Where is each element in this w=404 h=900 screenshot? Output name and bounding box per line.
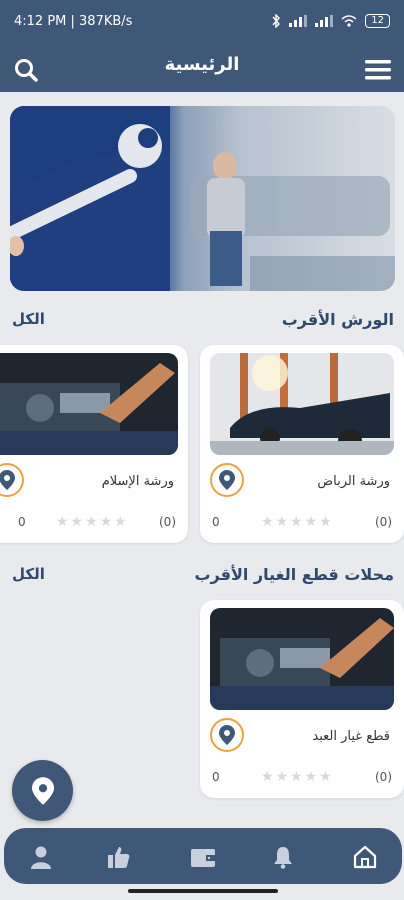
- parts-shop-name: قطع غيار العبد: [312, 729, 390, 744]
- rating-row: 0 ★★★★★ (0): [18, 513, 176, 531]
- rating-stars-icon: ★★★★★: [55, 514, 129, 530]
- page-title: الرئيسية: [164, 54, 240, 75]
- nav-home[interactable]: [348, 840, 382, 874]
- rating-score: 0: [212, 515, 220, 529]
- nav-profile[interactable]: [24, 840, 58, 874]
- user-icon: [31, 846, 51, 869]
- workshop-name: ورشة الإسلام: [101, 474, 174, 489]
- nav-notifications[interactable]: [266, 840, 300, 874]
- rating-score: 0: [18, 515, 26, 529]
- system-home-indicator: [128, 889, 278, 893]
- promo-banner[interactable]: [10, 106, 395, 291]
- map-fab-button[interactable]: [12, 760, 73, 821]
- workshop-name: ورشة الرباض: [317, 474, 390, 489]
- location-pin-icon: [219, 725, 235, 745]
- section-title-workshops: الورش الأقرب: [281, 310, 394, 329]
- status-bar: 4:12 PM | 387KB/s 12: [0, 0, 404, 48]
- workshop-image: [210, 353, 394, 455]
- workshop-card[interactable]: ورشة الرباض 0 ★★★★★ (0): [200, 345, 404, 543]
- rating-count: (0): [375, 770, 392, 784]
- bell-icon: [274, 847, 292, 869]
- location-button[interactable]: [0, 463, 24, 497]
- status-time-speed: 4:12 PM | 387KB/s: [14, 14, 133, 29]
- workshop-image: [0, 353, 178, 455]
- app-header: الرئيسية: [0, 48, 404, 92]
- see-all-parts-link[interactable]: الكل: [12, 565, 45, 583]
- rating-stars-icon: ★★★★★: [260, 769, 334, 785]
- mechanic-wrench-image: [10, 106, 395, 291]
- location-button[interactable]: [210, 463, 244, 497]
- see-all-workshops-link[interactable]: الكل: [12, 310, 45, 328]
- battery-indicator: 12: [365, 14, 390, 28]
- home-icon: [353, 845, 377, 869]
- parts-shop-card[interactable]: قطع غيار العبد 0 ★★★★★ (0): [200, 600, 404, 798]
- rating-row: 0 ★★★★★ (0): [212, 513, 392, 531]
- signal-icon: [289, 15, 308, 27]
- nav-wallet[interactable]: [186, 840, 220, 874]
- workshop-card[interactable]: ورشة الإسلام 0 ★★★★★ (0): [0, 345, 188, 543]
- wifi-icon: [341, 15, 357, 27]
- signal-icon-2: [315, 15, 334, 27]
- nav-favorites[interactable]: [102, 840, 136, 874]
- status-icons: 12: [271, 14, 390, 28]
- location-pin-icon: [219, 470, 235, 490]
- section-title-parts: محلات قطع الغيار الأقرب: [194, 565, 394, 584]
- location-pin-icon: [0, 470, 15, 490]
- menu-button[interactable]: [358, 50, 398, 90]
- location-button[interactable]: [210, 718, 244, 752]
- thumbs-up-icon: [108, 847, 130, 868]
- rating-count: (0): [159, 515, 176, 529]
- parts-shop-image: [210, 608, 394, 710]
- location-pin-icon: [31, 776, 54, 805]
- rating-row: 0 ★★★★★ (0): [212, 768, 392, 786]
- bottom-navigation: [4, 828, 402, 884]
- rating-score: 0: [212, 770, 220, 784]
- bluetooth-icon: [272, 14, 281, 28]
- hamburger-menu-icon: [365, 60, 391, 80]
- rating-count: (0): [375, 515, 392, 529]
- rating-stars-icon: ★★★★★: [260, 514, 334, 530]
- wallet-icon: [191, 849, 215, 867]
